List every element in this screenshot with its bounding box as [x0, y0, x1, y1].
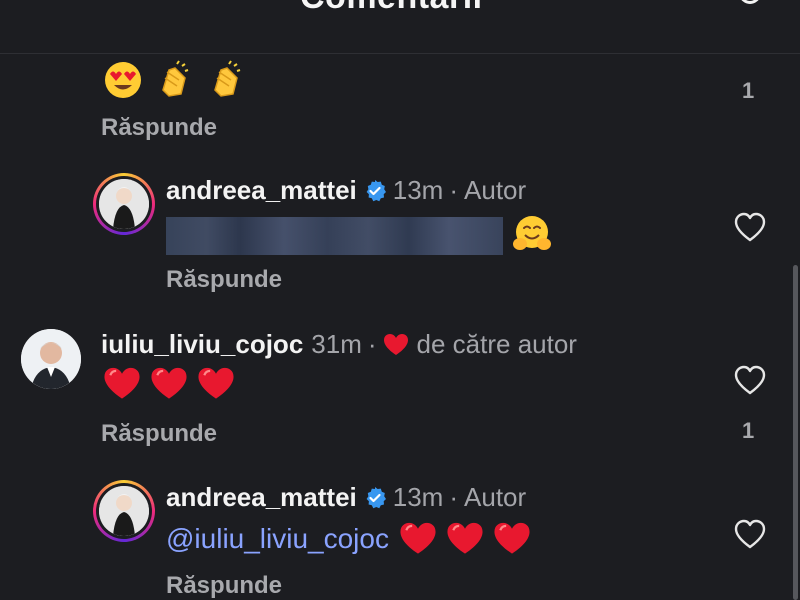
avatar[interactable]: [93, 173, 155, 235]
username[interactable]: iuliu_liviu_cojoc: [101, 329, 303, 360]
reply-button[interactable]: Răspunde: [101, 420, 217, 448]
red-heart-emoji-icon: [400, 522, 436, 554]
username[interactable]: andreea_mattei: [166, 482, 357, 513]
like-heart-icon[interactable]: [734, 519, 766, 551]
avatar[interactable]: [93, 480, 155, 542]
avatar[interactable]: [21, 329, 81, 389]
comment-meta: andreea_mattei 13m · Autor: [166, 175, 526, 206]
comment-meta: andreea_mattei 13m · Autor: [166, 482, 526, 513]
blurred-comment-text: [166, 217, 503, 255]
like-count: 1: [742, 418, 755, 443]
reply-button[interactable]: Răspunde: [101, 114, 217, 142]
comment-time: 31m: [311, 329, 362, 359]
like-count: 1: [742, 78, 755, 103]
liked-by-author-label: de către autor: [416, 329, 577, 359]
comment-emojis: [103, 60, 247, 100]
like-heart-icon[interactable]: [734, 212, 766, 244]
header: Comentarii: [0, 0, 800, 54]
comment-time: 13m: [392, 175, 444, 205]
red-heart-emoji-icon: [494, 522, 530, 554]
hugging-face-emoji-icon: [513, 216, 551, 250]
separator: ·: [367, 329, 377, 359]
comment-body: @iuliu_liviu_cojoc: [166, 521, 531, 557]
like-heart-icon[interactable]: [734, 365, 766, 397]
comment-emojis: [399, 521, 531, 557]
reply-button[interactable]: Răspunde: [166, 572, 282, 600]
comment-emojis: [103, 366, 235, 402]
red-heart-emoji-icon: [151, 367, 187, 399]
reply-button[interactable]: Răspunde: [166, 266, 282, 294]
comment-meta: iuliu_liviu_cojoc 31m · de către autor: [101, 329, 577, 360]
separator: ·: [449, 482, 459, 512]
username[interactable]: andreea_mattei: [166, 175, 357, 206]
red-heart-icon: [383, 333, 408, 355]
separator: ·: [449, 175, 459, 205]
mention-link[interactable]: @iuliu_liviu_cojoc: [166, 523, 389, 555]
clapping-hands-emoji-icon: [162, 60, 189, 97]
author-tag: Autor: [464, 482, 527, 512]
scrollbar[interactable]: [793, 265, 798, 600]
red-heart-emoji-icon: [198, 367, 234, 399]
clapping-hands-emoji-icon: [214, 60, 241, 97]
share-icon[interactable]: [730, 0, 770, 12]
page-title: Comentarii: [300, 0, 483, 17]
red-heart-emoji-icon: [447, 522, 483, 554]
author-tag: Autor: [464, 175, 527, 205]
heart-eyes-emoji-icon: [105, 62, 141, 98]
verified-badge-icon: [366, 179, 386, 201]
comments-screen: Comentarii 1 Răspunde: [0, 0, 800, 600]
comment-time: 13m: [392, 482, 444, 512]
red-heart-emoji-icon: [104, 367, 140, 399]
verified-badge-icon: [366, 486, 386, 508]
